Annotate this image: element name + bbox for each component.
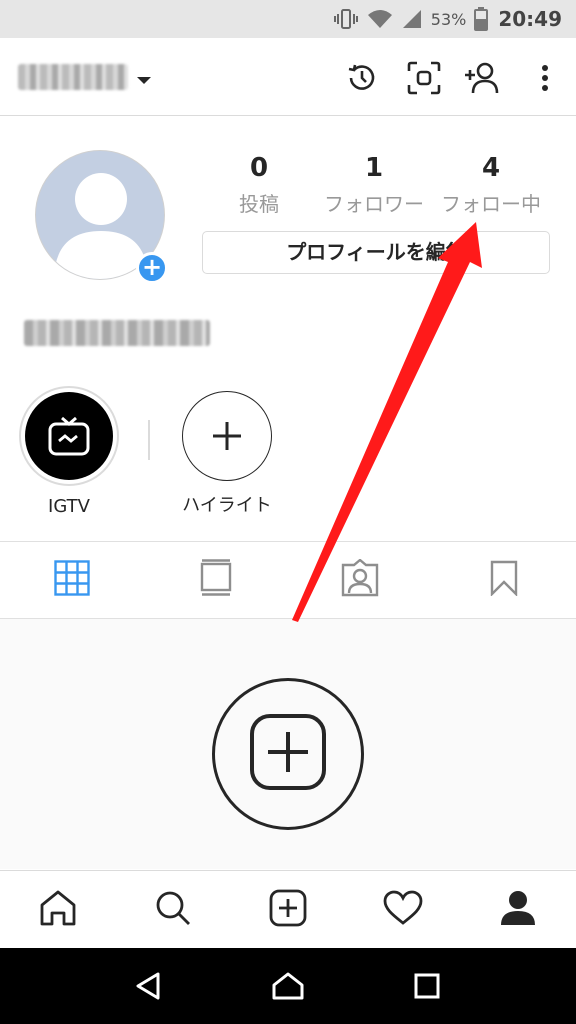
wifi-icon: [367, 8, 393, 30]
back-icon[interactable]: [119, 956, 179, 1016]
plus-icon: [182, 391, 272, 481]
dropdown-caret-icon[interactable]: [136, 71, 152, 90]
edit-profile-button[interactable]: プロフィールを編集: [202, 231, 550, 274]
battery-percent: 53%: [430, 9, 467, 29]
new-post-icon: [248, 712, 328, 796]
new-post-icon: [269, 889, 307, 931]
stat-followers-value: 1: [364, 153, 384, 183]
nav-new-post[interactable]: [230, 871, 345, 948]
system-nav-bar: [0, 948, 576, 1024]
tab-saved[interactable]: [432, 542, 576, 618]
top-app-bar: [0, 38, 576, 116]
battery-icon: [474, 7, 489, 31]
feed-icon: [200, 559, 232, 601]
home-button-icon[interactable]: [258, 956, 318, 1016]
signal-icon: [401, 8, 423, 30]
scan-icon[interactable]: [404, 58, 444, 98]
igtv-icon: [25, 392, 113, 480]
stat-followers[interactable]: 1 フォロワー: [309, 150, 439, 217]
stat-posts-label: 投稿: [239, 192, 279, 216]
heart-icon: [383, 890, 423, 930]
bookmark-icon: [490, 560, 518, 600]
nav-home[interactable]: [0, 871, 115, 948]
add-story-button[interactable]: +: [136, 252, 168, 284]
history-icon[interactable]: [342, 58, 382, 98]
highlight-igtv-label: IGTV: [48, 496, 90, 517]
tab-feed[interactable]: [144, 542, 288, 618]
tab-grid[interactable]: [0, 542, 144, 618]
tab-tagged[interactable]: [288, 542, 432, 618]
stat-followers-label: フォロワー: [324, 192, 424, 216]
tagged-icon: [341, 558, 379, 601]
nav-search[interactable]: [115, 871, 230, 948]
stat-following-label: フォロー中: [441, 192, 541, 216]
full-name-blurred: [24, 320, 210, 346]
vibrate-icon: [333, 8, 359, 30]
create-post-button[interactable]: [212, 678, 364, 830]
highlight-new[interactable]: ハイライト: [172, 386, 282, 517]
stat-posts-value: 0: [249, 153, 269, 183]
status-bar: 53% 20:49: [0, 0, 576, 38]
nav-profile[interactable]: [461, 871, 576, 948]
profile-icon: [499, 889, 537, 931]
more-icon[interactable]: [525, 58, 565, 98]
highlight-igtv[interactable]: IGTV: [14, 386, 124, 517]
profile-tabs: [0, 541, 576, 619]
clock: 20:49: [498, 7, 562, 31]
username-blurred[interactable]: [18, 64, 128, 90]
home-icon: [39, 889, 77, 931]
highlight-new-label: ハイライト: [182, 495, 272, 516]
grid-icon: [54, 560, 90, 600]
stat-following[interactable]: 4 フォロー中: [426, 150, 556, 217]
stat-following-value: 4: [481, 153, 501, 183]
recents-icon[interactable]: [397, 956, 457, 1016]
bottom-nav: [0, 870, 576, 948]
stat-posts[interactable]: 0 投稿: [194, 150, 324, 217]
nav-activity[interactable]: [346, 871, 461, 948]
add-user-icon[interactable]: [462, 58, 502, 98]
highlight-divider: [148, 420, 150, 460]
search-icon: [154, 889, 192, 931]
